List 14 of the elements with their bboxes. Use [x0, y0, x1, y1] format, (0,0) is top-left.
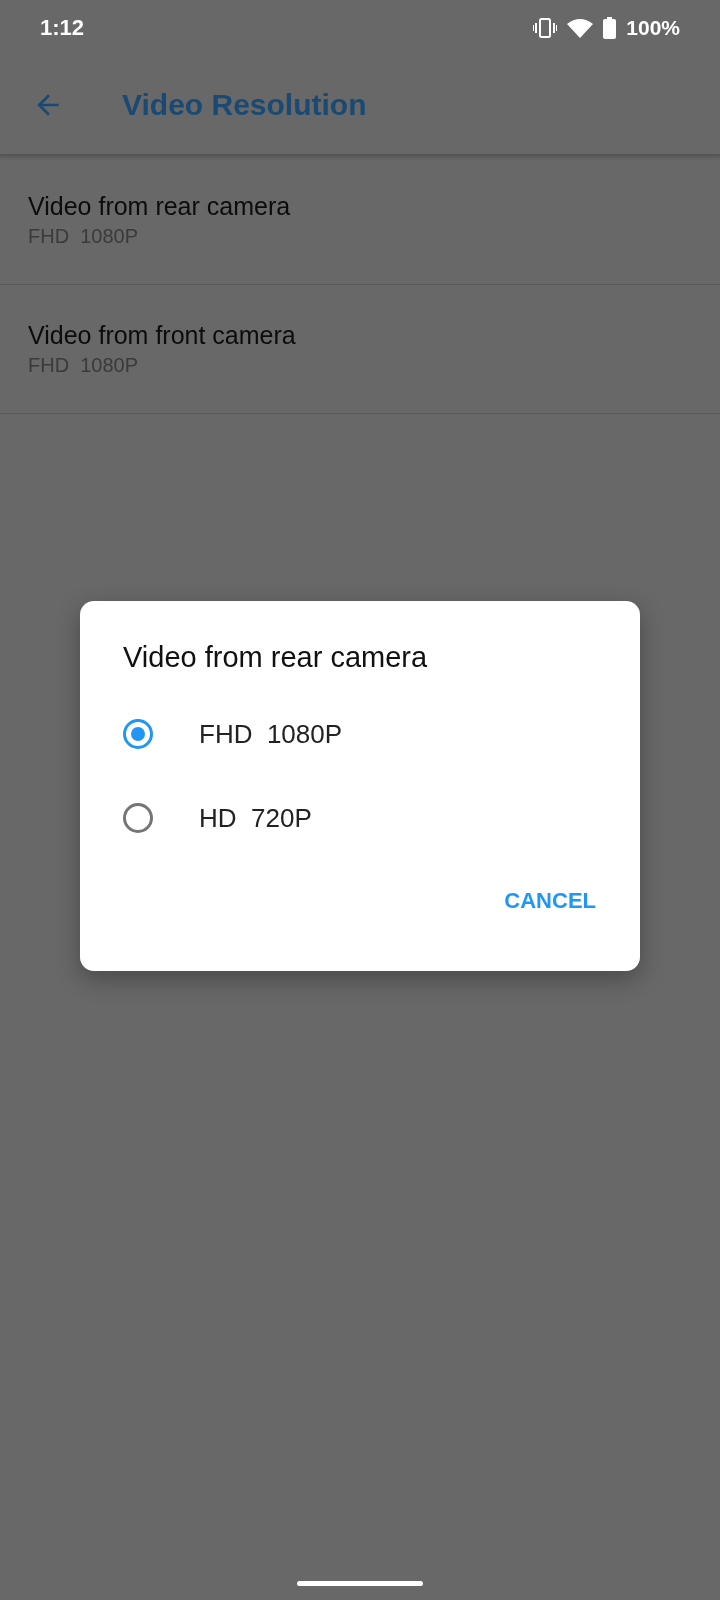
- setting-title: Video from rear camera: [28, 192, 292, 221]
- option-label[interactable]: HD 720P: [199, 802, 312, 834]
- radio-button[interactable]: [123, 803, 153, 833]
- radio-button[interactable]: [123, 719, 153, 749]
- battery-percentage: 100%: [626, 16, 680, 40]
- dialog-title: Video from rear camera: [123, 641, 429, 674]
- battery-icon: [603, 17, 617, 39]
- setting-title: Video from front camera: [28, 321, 297, 350]
- option-label[interactable]: FHD 1080P: [199, 718, 343, 750]
- wifi-icon: [567, 18, 594, 38]
- status-time: 1:12: [40, 15, 85, 41]
- cancel-button[interactable]: CANCEL: [500, 878, 600, 924]
- vibrate-icon: [533, 17, 558, 39]
- screen-title: Video Resolution: [122, 88, 367, 122]
